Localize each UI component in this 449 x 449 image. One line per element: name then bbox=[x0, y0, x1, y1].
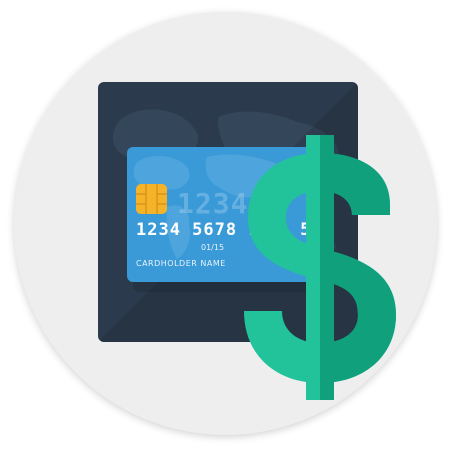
dollar-sign-icon bbox=[244, 135, 396, 400]
icon-stage: 1234 1234 5678 91 56 01/15 CARDHOLDER NA… bbox=[0, 0, 449, 449]
chip-icon bbox=[136, 184, 167, 214]
card-expiry: 01/15 bbox=[201, 243, 225, 252]
card-emboss-number: 1234 bbox=[177, 187, 249, 220]
cardholder-name: CARDHOLDER NAME bbox=[136, 259, 226, 268]
